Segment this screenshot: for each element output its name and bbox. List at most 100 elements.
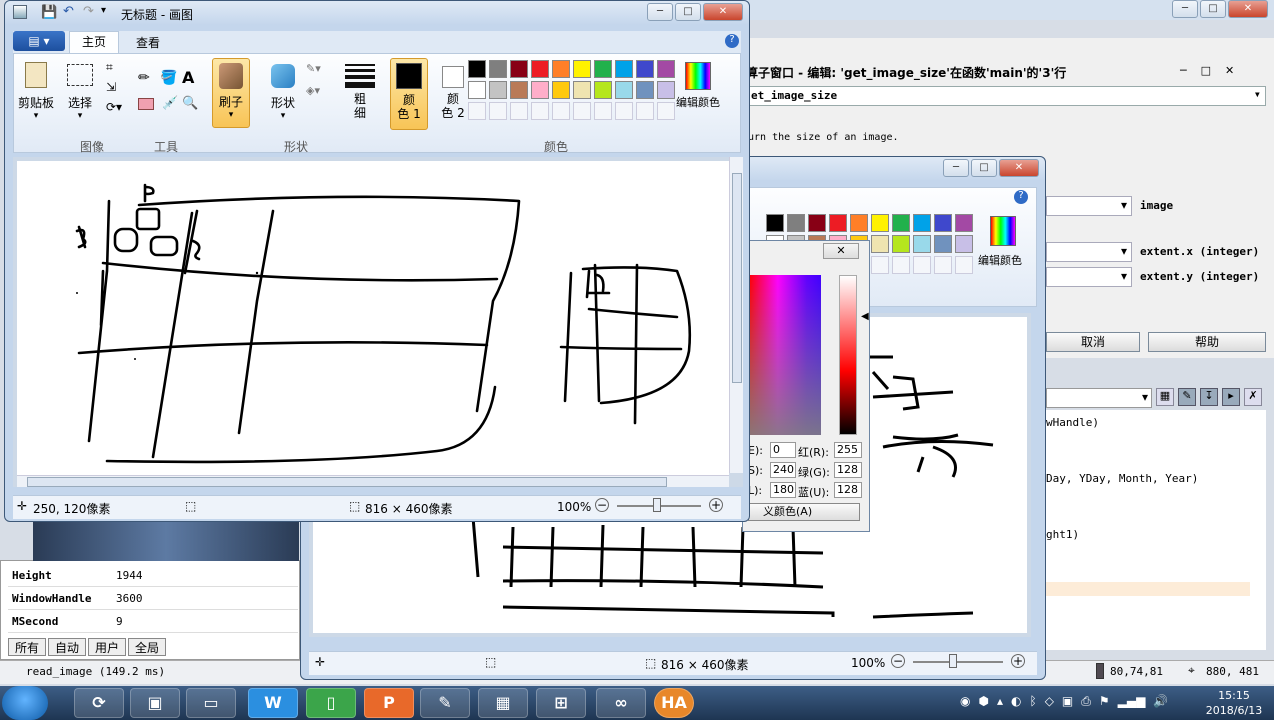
palette-swatch[interactable] xyxy=(552,60,570,78)
undo-icon[interactable]: ↶ xyxy=(63,4,74,19)
minimize-button[interactable]: ─ xyxy=(943,159,969,177)
zoom-out-button[interactable]: − xyxy=(595,498,609,512)
tray-app-icon[interactable]: ⚑ xyxy=(1099,694,1110,709)
green-input[interactable]: 128 xyxy=(834,462,862,478)
palette-swatch[interactable] xyxy=(913,256,931,274)
palette-swatch[interactable] xyxy=(892,214,910,232)
palette-swatch[interactable] xyxy=(871,256,889,274)
run-icon[interactable]: ▸ xyxy=(1222,388,1240,406)
grid-icon[interactable]: ▦ xyxy=(1156,388,1174,406)
clipboard-button[interactable]: 剪贴板 ▾ xyxy=(16,58,56,136)
edit-colors-label[interactable]: 编辑颜色 xyxy=(978,252,1022,268)
param-input-extent-y[interactable]: ▾ xyxy=(1046,267,1132,287)
var-row-height[interactable]: Height 1944 xyxy=(8,565,298,587)
maximize-button[interactable]: □ xyxy=(971,159,997,177)
zoom-slider-thumb[interactable] xyxy=(949,654,957,668)
tab-home[interactable]: 主页 xyxy=(69,31,119,53)
color2-button[interactable]: 颜 色 2 xyxy=(434,58,472,130)
crop-icon[interactable]: ⌗ xyxy=(106,60,113,75)
palette-swatch[interactable] xyxy=(573,60,591,78)
edit-colors-icon[interactable] xyxy=(990,216,1016,246)
edit-colors-button[interactable]: 编辑颜色 xyxy=(674,58,722,128)
help-button[interactable]: 帮助 xyxy=(1148,332,1266,352)
palette-swatch[interactable] xyxy=(615,81,633,99)
taskbar-browser-icon[interactable]: ⟳ xyxy=(74,688,124,718)
taskbar-app-icon[interactable]: ▯ xyxy=(306,688,356,718)
fill-style-icon[interactable]: ◈▾ xyxy=(306,84,320,97)
resize-icon[interactable]: ⇲ xyxy=(106,80,116,94)
tray-app-icon[interactable]: ◇ xyxy=(1045,694,1054,709)
palette-swatch[interactable] xyxy=(808,214,826,232)
paint-menu-button[interactable]: ▤ ▾ xyxy=(13,31,65,51)
bluetooth-icon[interactable]: ᛒ xyxy=(1029,694,1036,709)
lum-input[interactable]: 180 xyxy=(770,482,796,498)
network-icon[interactable]: ▂▄▆ xyxy=(1118,694,1146,709)
palette-swatch[interactable] xyxy=(892,256,910,274)
zoom-in-button[interactable]: + xyxy=(1011,654,1025,668)
palette-swatch[interactable] xyxy=(636,81,654,99)
brushes-button[interactable]: 刷子 ▾ xyxy=(212,58,250,128)
select-button[interactable]: 选择 ▾ xyxy=(60,58,100,136)
palette-swatch[interactable] xyxy=(510,102,528,120)
close-button[interactable]: ✕ xyxy=(1228,0,1268,18)
redo-icon[interactable]: ↷ xyxy=(83,4,94,19)
luminance-arrow-icon[interactable]: ◀ xyxy=(861,311,869,322)
zoom-out-button[interactable]: − xyxy=(891,654,905,668)
fill-icon[interactable]: 🪣 xyxy=(160,70,177,86)
zoom-slider[interactable] xyxy=(913,661,1003,663)
sat-input[interactable]: 240 xyxy=(770,462,796,478)
quick-access-chevron-icon[interactable]: ▾ xyxy=(101,5,106,16)
tray-chevron-icon[interactable]: ▴ xyxy=(997,694,1003,709)
start-button[interactable] xyxy=(2,686,48,720)
taskbar-camera-icon[interactable]: ▣ xyxy=(130,688,180,718)
palette-swatch[interactable] xyxy=(787,214,805,232)
pencil-icon[interactable]: ✏ xyxy=(138,70,150,86)
palette-swatch[interactable] xyxy=(489,81,507,99)
size-button[interactable]: 粗 细 xyxy=(342,58,378,132)
palette-swatch[interactable] xyxy=(489,60,507,78)
maximize-button[interactable]: □ xyxy=(1200,0,1226,18)
var-row-windowhandle[interactable]: WindowHandle 3600 xyxy=(8,588,298,610)
vertical-scrollbar[interactable] xyxy=(729,157,743,473)
tab-auto[interactable]: 自动 xyxy=(48,638,87,656)
save-icon[interactable]: 💾 xyxy=(41,5,57,20)
palette-swatch[interactable] xyxy=(573,81,591,99)
palette-swatch[interactable] xyxy=(766,214,784,232)
palette-swatch[interactable] xyxy=(594,102,612,120)
color1-button[interactable]: 颜 色 1 xyxy=(390,58,428,130)
palette-swatch[interactable] xyxy=(871,214,889,232)
palette-swatch[interactable] xyxy=(657,60,675,78)
palette-swatch[interactable] xyxy=(829,214,847,232)
palette-swatch[interactable] xyxy=(468,60,486,78)
palette-swatch[interactable] xyxy=(934,214,952,232)
taskbar-word-icon[interactable]: W xyxy=(248,688,298,718)
hue-saturation-spectrum[interactable] xyxy=(749,275,821,435)
palette-swatch[interactable] xyxy=(594,81,612,99)
close-button[interactable]: ✕ xyxy=(999,159,1039,177)
minimize-icon[interactable]: ─ xyxy=(1180,64,1187,77)
program-combo[interactable]: ▾ xyxy=(1046,388,1152,408)
tray-app-icon[interactable]: ⬢ xyxy=(978,694,988,709)
palette-swatch[interactable] xyxy=(892,235,910,253)
taskbar-slides-icon[interactable]: P xyxy=(364,688,414,718)
code-editor[interactable]: wHandle) Day, YDay, Month, Year) ght1) xyxy=(1046,410,1266,650)
red-input[interactable]: 255 xyxy=(834,442,862,458)
clear-icon[interactable]: ✗ xyxy=(1244,388,1262,406)
tray-app-icon[interactable]: ▣ xyxy=(1062,694,1073,709)
minimize-button[interactable]: ─ xyxy=(1172,0,1198,18)
palette-swatch[interactable] xyxy=(594,60,612,78)
tray-app-icon[interactable]: ◉ xyxy=(960,694,970,709)
tab-user[interactable]: 用户 xyxy=(88,638,127,656)
palette-swatch[interactable] xyxy=(913,235,931,253)
add-custom-color-button[interactable]: 义颜色(A) xyxy=(748,503,860,521)
tab-view[interactable]: 查看 xyxy=(123,33,173,53)
close-button[interactable]: ✕ xyxy=(823,243,859,259)
tray-app-icon[interactable]: ◐ xyxy=(1011,694,1021,709)
help-icon[interactable]: ? xyxy=(725,34,739,48)
taskbar-paint-icon[interactable]: ✎ xyxy=(420,688,470,718)
taskbar-network-icon[interactable]: ⊞ xyxy=(536,688,586,718)
palette-swatch[interactable] xyxy=(531,60,549,78)
palette-swatch[interactable] xyxy=(934,235,952,253)
palette-swatch[interactable] xyxy=(573,102,591,120)
help-icon[interactable]: ? xyxy=(1014,190,1028,204)
